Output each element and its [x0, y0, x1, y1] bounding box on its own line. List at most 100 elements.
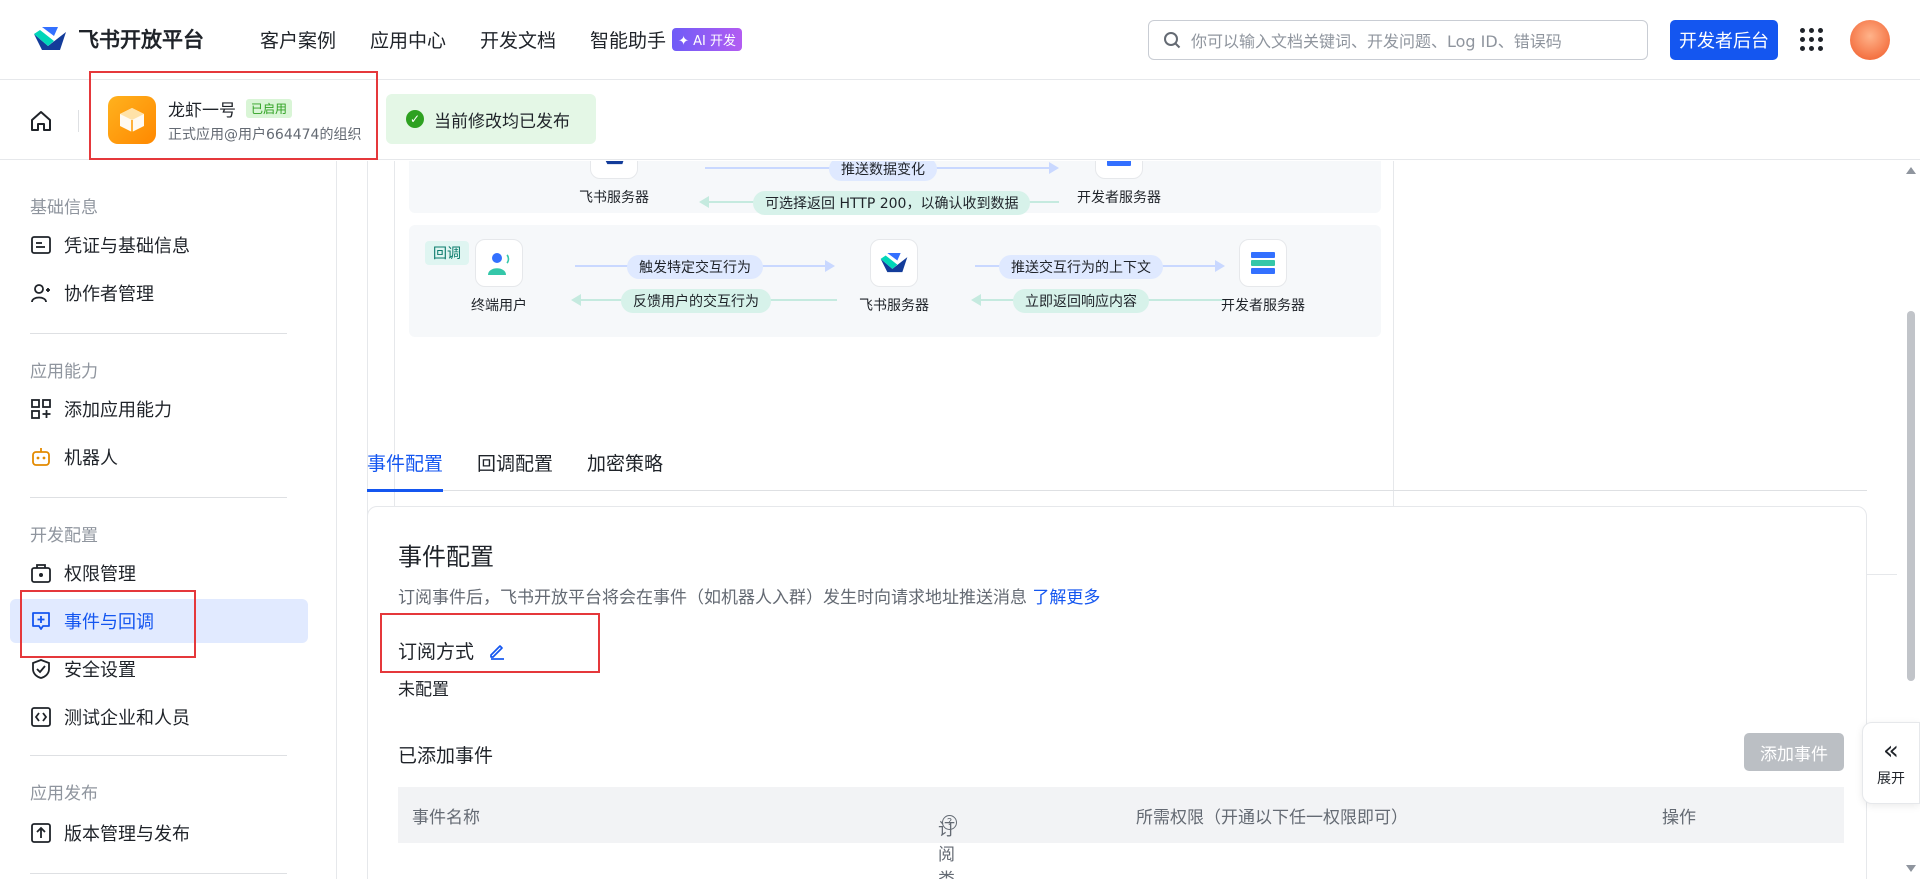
node-label: 开发者服务器 — [1221, 298, 1305, 314]
feishu-logo-icon — [870, 239, 918, 287]
shield-check-icon — [30, 658, 52, 680]
tab-encryption[interactable]: 加密策略 — [587, 449, 663, 491]
check-circle-icon: ✓ — [406, 110, 424, 128]
node-label: 飞书服务器 — [859, 298, 929, 314]
sidebar-section-basic: 基础信息 — [30, 198, 98, 218]
sidebar-item-add-capability[interactable]: 添加应用能力 — [10, 387, 308, 431]
server-icon — [1239, 239, 1287, 287]
events-table-header: 事件名称 订阅类型? 所需权限（开通以下任一权限即可） 操作 — [398, 787, 1844, 879]
added-events-title: 已添加事件 — [398, 745, 494, 767]
event-flow-row: 事件 飞书服务器 推送数据变化 可选择返回 HTTP 200，以确认收到数据 开… — [409, 161, 1381, 215]
subscription-mode-value: 未配置 — [398, 680, 449, 700]
sidebar-divider — [30, 333, 287, 334]
column-event-name: 事件名称 — [412, 807, 480, 828]
arrow-head-icon — [699, 196, 709, 208]
user-icon — [475, 239, 523, 287]
flow-label: 可选择返回 HTTP 200，以确认收到数据 — [753, 191, 1031, 215]
tab-callback-config[interactable]: 回调配置 — [477, 449, 553, 491]
nav-smart-assistant[interactable]: 智能助手 ✦ AI 开发 — [590, 26, 742, 53]
arrow-head-icon — [971, 294, 981, 306]
sidebar-item-bot[interactable]: 机器人 — [10, 435, 308, 479]
user-add-icon — [30, 282, 52, 304]
event-config-card: 事件配置 订阅事件后，飞书开放平台将会在事件（如机器人入群）发生时向请求地址推送… — [367, 506, 1867, 879]
header-divider — [78, 110, 79, 132]
expand-label: 展开 — [1877, 771, 1905, 787]
developer-server-node: 开发者服务器 — [1077, 161, 1161, 207]
node-label: 飞书服务器 — [579, 190, 649, 206]
scroll-down-icon[interactable] — [1906, 865, 1916, 872]
brand-name: 飞书开放平台 — [78, 28, 204, 52]
sidebar-item-permissions[interactable]: 权限管理 — [10, 551, 308, 595]
search-icon — [1164, 32, 1181, 49]
sidebar-item-label: 版本管理与发布 — [64, 824, 190, 845]
nav-smart-assistant-label: 智能助手 — [590, 30, 667, 52]
sidebar-item-label: 协作者管理 — [64, 284, 154, 305]
feishu-logo-icon — [590, 161, 638, 179]
sidebar-item-test-org[interactable]: 测试企业和人员 — [10, 695, 308, 739]
id-card-icon — [30, 234, 52, 256]
sidebar-item-credentials[interactable]: 凭证与基础信息 — [10, 223, 308, 267]
callback-flow-row: 回调 终端用户 触发特定交互行为 反馈用户的交互行为 飞书服务器 推送交互行为的… — [409, 225, 1381, 337]
publish-status-banner: ✓ 当前修改均已发布 — [386, 94, 596, 144]
learn-more-link[interactable]: 了解更多 — [1032, 588, 1100, 608]
add-event-button[interactable]: 添加事件 — [1744, 733, 1844, 771]
robot-icon — [30, 446, 52, 468]
developer-console-button[interactable]: 开发者后台 — [1670, 20, 1778, 60]
callback-row-tag: 回调 — [425, 241, 469, 265]
highlight-box-sidebar — [20, 590, 196, 658]
node-label: 终端用户 — [471, 298, 527, 314]
flow-label: 立即返回响应内容 — [1013, 289, 1149, 313]
arrow-head-icon — [571, 294, 581, 306]
sidebar-item-label: 测试企业和人员 — [64, 708, 190, 729]
highlight-box-app — [89, 71, 378, 160]
feishu-server-node: 飞书服务器 — [859, 239, 929, 315]
feishu-logo-icon — [34, 27, 66, 50]
brand-logo[interactable]: 飞书开放平台 — [32, 24, 204, 54]
arrow-head-icon — [1049, 162, 1059, 174]
sidebar: 基础信息 凭证与基础信息 协作者管理 应用能力 添加应用能力 机器人 开发配置 … — [0, 161, 337, 879]
upload-box-icon — [30, 822, 52, 844]
expand-panel-button[interactable]: « 展开 — [1862, 722, 1920, 804]
publish-status-text: 当前修改均已发布 — [434, 111, 570, 132]
flow-label: 推送交互行为的上下文 — [999, 255, 1163, 279]
nav-customer-cases[interactable]: 客户案例 — [260, 26, 336, 53]
config-tabs: 事件配置 回调配置 加密策略 — [367, 449, 1867, 492]
node-label: 开发者服务器 — [1077, 190, 1161, 206]
home-icon[interactable] — [28, 108, 54, 134]
nav-dev-docs[interactable]: 开发文档 — [480, 26, 556, 53]
scroll-up-icon[interactable] — [1906, 167, 1916, 174]
scroll-thumb[interactable] — [1907, 311, 1915, 681]
user-avatar[interactable] — [1850, 20, 1890, 60]
column-actions: 操作 — [1662, 807, 1696, 828]
developer-server-node: 开发者服务器 — [1221, 239, 1305, 315]
sidebar-section-publish: 应用发布 — [30, 784, 98, 804]
sidebar-item-label: 机器人 — [64, 448, 118, 469]
nav-app-center[interactable]: 应用中心 — [370, 26, 446, 53]
top-nav: 客户案例 应用中心 开发文档 智能助手 ✦ AI 开发 — [260, 26, 742, 53]
sidebar-item-label: 安全设置 — [64, 660, 136, 681]
sidebar-item-versions[interactable]: 版本管理与发布 — [10, 811, 308, 855]
double-chevron-left-icon: « — [1883, 736, 1899, 766]
highlight-box-subscription — [380, 613, 600, 673]
sidebar-item-collaborators[interactable]: 协作者管理 — [10, 271, 308, 315]
sidebar-item-label: 凭证与基础信息 — [64, 236, 190, 257]
apps-grid-icon[interactable] — [1800, 28, 1824, 52]
sidebar-item-label: 权限管理 — [64, 564, 136, 585]
help-circle-icon[interactable]: ? — [942, 815, 957, 830]
sidebar-divider — [30, 755, 287, 756]
flow-label: 触发特定交互行为 — [627, 255, 763, 279]
feishu-server-node: 飞书服务器 — [579, 161, 649, 207]
flow-label: 推送数据变化 — [829, 161, 937, 181]
tab-event-config[interactable]: 事件配置 — [367, 449, 444, 492]
flow-label: 反馈用户的交互行为 — [621, 289, 771, 313]
arrow-head-icon — [825, 260, 835, 272]
search-placeholder: 你可以输入文档关键词、开发问题、Log ID、错误码 — [1191, 32, 1562, 51]
end-user-node: 终端用户 — [471, 239, 527, 315]
briefcase-lock-icon — [30, 562, 52, 584]
search-input[interactable]: 你可以输入文档关键词、开发问题、Log ID、错误码 — [1148, 20, 1648, 60]
server-icon — [1095, 161, 1143, 179]
main-content: 事件 飞书服务器 推送数据变化 可选择返回 HTTP 200，以确认收到数据 开… — [337, 161, 1897, 879]
sidebar-section-capabilities: 应用能力 — [30, 362, 98, 382]
sidebar-divider — [30, 497, 287, 498]
top-navbar: 飞书开放平台 客户案例 应用中心 开发文档 智能助手 ✦ AI 开发 你可以输入文… — [0, 0, 1920, 80]
